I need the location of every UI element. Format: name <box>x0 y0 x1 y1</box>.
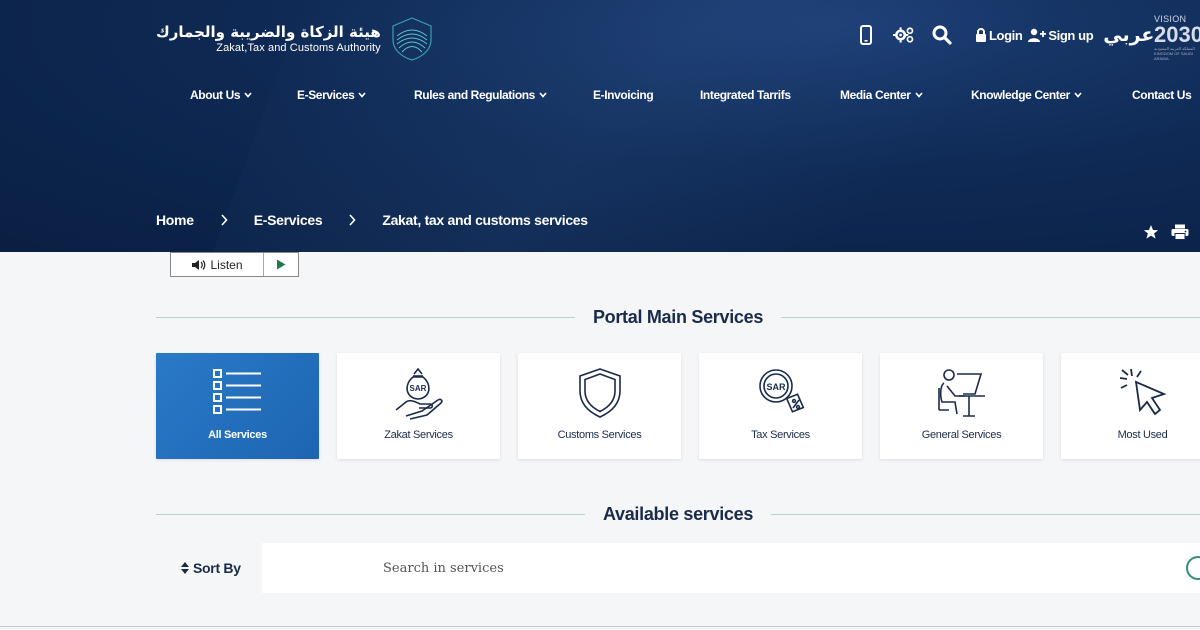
card-zakat-services[interactable]: SAR Zakat Services <box>337 353 500 459</box>
chevron-down-icon <box>244 92 252 98</box>
vision-2030-logo: VISION 2030 المملكة العربية السعودية KIN… <box>1154 14 1200 64</box>
chevron-down-icon <box>1074 92 1082 98</box>
divider <box>156 316 575 318</box>
listen-button[interactable]: Listen <box>171 253 264 276</box>
person-desk-icon <box>937 369 985 417</box>
chevron-right-icon <box>221 214 228 226</box>
speaker-icon <box>192 259 206 270</box>
star-icon[interactable] <box>1143 224 1159 240</box>
divider <box>771 513 1200 515</box>
lock-icon <box>976 28 986 42</box>
chevron-down-icon <box>358 92 366 98</box>
divider <box>156 513 585 515</box>
nav-media-center[interactable]: Media Center <box>840 88 923 102</box>
card-general-services[interactable]: General Services <box>880 353 1043 459</box>
card-label: Tax Services <box>751 429 810 441</box>
language-switch[interactable]: عربي <box>1103 24 1155 46</box>
logo-arabic-text: هيئة الزكاة والضريبة والجمارك <box>156 23 381 41</box>
user-plus-icon <box>1028 28 1047 42</box>
listen-widget: Listen <box>170 252 299 277</box>
search-input[interactable] <box>262 543 962 593</box>
card-label: Zakat Services <box>384 429 453 441</box>
sort-label: Sort By <box>193 560 241 576</box>
header-tools: Login Sign up عربي <box>855 22 1155 48</box>
breadcrumb-current: Zakat, tax and customs services <box>382 212 588 228</box>
play-button[interactable] <box>264 253 298 276</box>
card-customs-services[interactable]: Customs Services <box>518 353 681 459</box>
sort-icon <box>181 562 189 574</box>
card-label: Customs Services <box>557 429 642 441</box>
nav-e-invoicing[interactable]: E-Invoicing <box>593 88 654 102</box>
nav-about-us[interactable]: About Us <box>190 88 252 102</box>
svg-text:SAR: SAR <box>409 384 426 393</box>
chevron-down-icon <box>539 92 547 98</box>
zatca-emblem-icon <box>392 17 432 61</box>
divider <box>0 626 1200 627</box>
divider <box>781 316 1200 318</box>
nav-label: Integrated Tarrifs <box>700 88 791 102</box>
portal-main-services-heading: Portal Main Services <box>156 307 1200 327</box>
nav-label: Media Center <box>840 88 911 102</box>
print-icon[interactable] <box>1171 224 1189 240</box>
nav-label: Contact Us <box>1132 88 1192 102</box>
nav-contact-us[interactable]: Contact Us <box>1132 88 1192 102</box>
nav-integrated-tariffs[interactable]: Integrated Tarrifs <box>700 88 791 102</box>
sort-by-control[interactable]: Sort By <box>180 560 241 576</box>
zatca-logo[interactable]: هيئة الزكاة والضريبة والجمارك Zakat,Tax … <box>156 16 435 62</box>
card-most-used[interactable]: Most Used <box>1061 353 1200 459</box>
settings-icon[interactable] <box>893 22 915 48</box>
chevron-right-icon <box>349 214 356 226</box>
service-category-cards: All Services SAR Zakat Services Customs … <box>156 353 1200 459</box>
search-icon[interactable] <box>931 22 953 48</box>
nav-label: Rules and Regulations <box>414 88 535 102</box>
page-actions <box>1143 224 1189 240</box>
play-icon <box>277 259 286 270</box>
signup-link[interactable]: Sign up <box>1028 27 1094 43</box>
nav-knowledge-center[interactable]: Knowledge Center <box>971 88 1082 102</box>
search-services-box <box>262 543 1200 593</box>
main-nav: About Us E-Services Rules and Regulation… <box>0 88 1200 104</box>
section-title: Available services <box>602 503 754 524</box>
breadcrumb-home[interactable]: Home <box>156 212 194 228</box>
nav-e-services[interactable]: E-Services <box>297 88 366 102</box>
card-all-services[interactable]: All Services <box>156 353 319 459</box>
chevron-down-icon <box>914 92 923 98</box>
hand-money-bag-icon: SAR <box>395 367 443 420</box>
section-title: Portal Main Services <box>592 306 764 327</box>
vision-sub-en: KINGDOM OF SAUDI ARABIA <box>1154 51 1194 61</box>
shield-icon <box>578 368 621 418</box>
nav-label: About Us <box>190 88 241 102</box>
nav-label: Knowledge Center <box>971 88 1070 102</box>
logo-english-text: Zakat,Tax and Customs Authority <box>216 42 381 54</box>
nav-label: E-Invoicing <box>593 88 654 102</box>
breadcrumb-e-services[interactable]: E-Services <box>254 212 323 228</box>
card-label: All Services <box>208 429 267 441</box>
vision-year: 2030 <box>1154 22 1200 47</box>
mobile-icon[interactable] <box>855 22 877 48</box>
login-link[interactable]: Login <box>975 27 1023 43</box>
nav-label: E-Services <box>297 88 355 102</box>
nav-rules-regulations[interactable]: Rules and Regulations <box>414 88 547 102</box>
signup-label: Sign up <box>1048 27 1094 43</box>
loading-spinner-icon <box>1186 556 1200 580</box>
login-label: Login <box>989 27 1023 43</box>
cursor-click-icon <box>1119 368 1167 416</box>
card-label: General Services <box>921 429 1002 441</box>
sar-percent-icon: SAR <box>758 369 804 413</box>
card-label: Most Used <box>1117 429 1168 441</box>
breadcrumb: Home E-Services Zakat, tax and customs s… <box>156 212 588 228</box>
list-icon <box>212 369 261 414</box>
card-tax-services[interactable]: SAR Tax Services <box>699 353 862 459</box>
listen-label: Listen <box>210 257 243 272</box>
hero-banner: هيئة الزكاة والضريبة والجمارك Zakat,Tax … <box>0 0 1200 252</box>
available-services-heading: Available services <box>156 504 1200 524</box>
svg-text:SAR: SAR <box>766 382 786 392</box>
